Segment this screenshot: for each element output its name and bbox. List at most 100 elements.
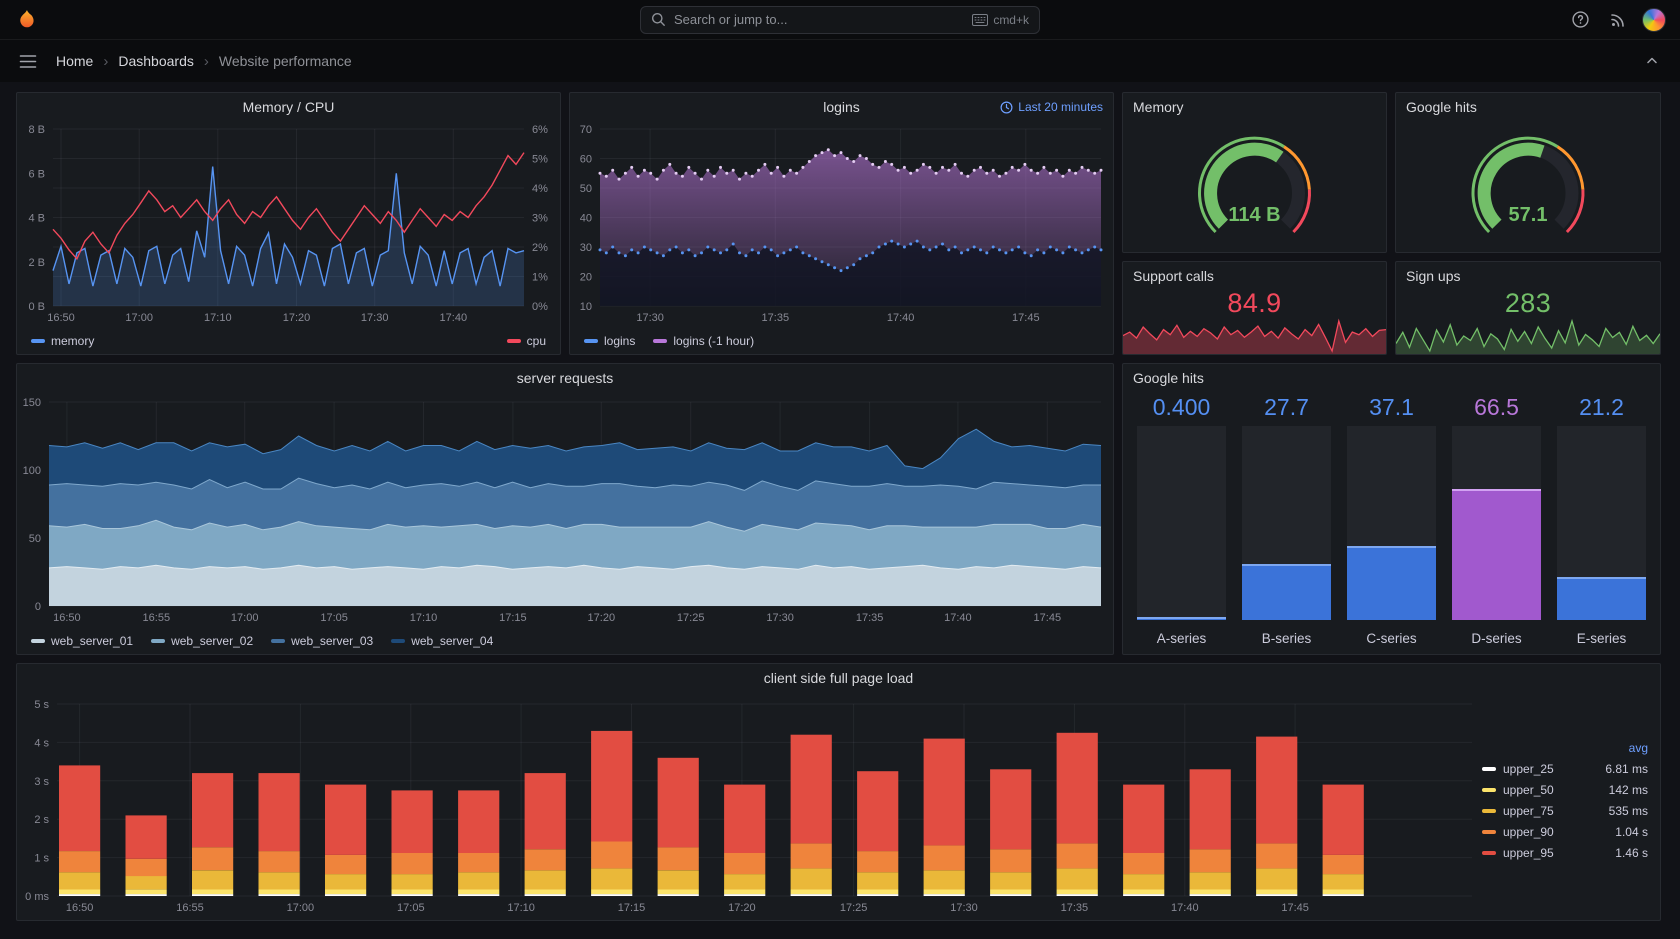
user-avatar[interactable] xyxy=(1642,7,1666,32)
bar-segment xyxy=(1123,894,1165,896)
bar-segment xyxy=(1322,854,1364,875)
bar-segment xyxy=(1056,868,1098,890)
panel-title[interactable]: Memory xyxy=(1133,99,1184,115)
client-load-chart[interactable]: 16:50 16:55 17:00 17:05 17:10 17:15 17:20 17:25… xyxy=(17,692,1482,920)
bar-segment xyxy=(59,894,101,896)
bar-segment xyxy=(857,889,899,895)
legend-item-cpu[interactable]: cpu xyxy=(506,334,546,348)
memory-cpu-legend: memory cpu xyxy=(17,328,560,354)
stack-web_server_01 xyxy=(49,565,1101,606)
legend-item-memory[interactable]: memory xyxy=(31,334,94,348)
svg-text:4 s: 4 s xyxy=(34,737,49,749)
help-button[interactable] xyxy=(1566,6,1594,34)
svg-text:17:45: 17:45 xyxy=(1034,612,1062,624)
sparkline-canvas xyxy=(1396,318,1660,354)
bar-segment xyxy=(391,894,433,896)
svg-text:17:00: 17:00 xyxy=(125,312,153,324)
bar-segment xyxy=(591,868,633,890)
legend-item-web-server-02[interactable]: web_server_02 xyxy=(151,634,253,648)
svg-text:1%: 1% xyxy=(532,272,548,284)
panel-title[interactable]: client side full page load xyxy=(17,670,1660,686)
svg-text:17:30: 17:30 xyxy=(361,312,389,324)
bar-C-series: 37.1 C-series xyxy=(1347,394,1436,646)
memory-cpu-chart[interactable]: 16:50 17:00 17:10 17:20 17:30 17:40 8 B 6 B 4 B 2… xyxy=(17,121,560,328)
bar-segment xyxy=(192,894,234,896)
svg-text:57.1: 57.1 xyxy=(1509,204,1548,226)
legend-item-logins-1-hour-[interactable]: logins (-1 hour) xyxy=(653,334,754,348)
bar-segment xyxy=(524,894,566,896)
bar-segment xyxy=(524,773,566,850)
bar-segment xyxy=(1322,784,1364,855)
legend-label: upper_90 xyxy=(1503,824,1554,839)
panel-google-hits-gauge: Google hits 57.1 xyxy=(1395,92,1661,253)
svg-text:150: 150 xyxy=(23,397,41,409)
svg-text:17:45: 17:45 xyxy=(1281,902,1309,914)
chart-canvas: 16:50 16:55 17:00 17:05 17:10 17:15 17:20 17:25… xyxy=(25,699,1472,914)
server-requests-chart[interactable]: 16:50 16:55 17:00 17:05 17:10 17:15 17:20 17:25… xyxy=(17,392,1113,628)
breadcrumb-home[interactable]: Home xyxy=(56,53,93,69)
legend-swatch xyxy=(31,339,45,343)
legend-swatch xyxy=(584,339,598,343)
legend-item-logins[interactable]: logins xyxy=(584,334,635,348)
bar-segment xyxy=(125,815,167,859)
time-range-badge[interactable]: Last 20 minutes xyxy=(1000,100,1103,114)
panel-title[interactable]: Support calls xyxy=(1133,268,1214,284)
legend-swatch xyxy=(271,639,286,643)
nav-right-actions xyxy=(1566,6,1666,34)
bar-segment xyxy=(857,894,899,896)
bar-segment xyxy=(258,851,300,873)
legend-item-web-server-03[interactable]: web_server_03 xyxy=(271,634,373,648)
svg-text:17:40: 17:40 xyxy=(1171,902,1199,914)
panel-title[interactable]: Memory / CPU xyxy=(17,99,560,115)
bar-segment xyxy=(258,773,300,852)
search-input[interactable] xyxy=(674,12,965,27)
bar-segment xyxy=(923,894,965,896)
grafana-flame-icon xyxy=(20,9,34,27)
logins-chart[interactable]: 17:30 17:35 17:40 17:45 70 60 50 40 30 20 10 xyxy=(570,121,1113,328)
bar-segment xyxy=(990,894,1032,896)
rss-icon xyxy=(1611,13,1624,27)
legend-swatch xyxy=(31,639,45,643)
breadcrumb-dashboards[interactable]: Dashboards xyxy=(118,53,194,69)
svg-text:16:50: 16:50 xyxy=(47,312,75,324)
bar-segment xyxy=(1256,889,1298,895)
bar-segment xyxy=(125,858,167,877)
svg-text:17:10: 17:10 xyxy=(410,612,438,624)
legend-row-upper_50[interactable]: upper_50 142 ms xyxy=(1482,783,1648,797)
legend-row-upper_25[interactable]: upper_25 6.81 ms xyxy=(1482,762,1648,776)
legend-row-upper_75[interactable]: upper_75 535 ms xyxy=(1482,804,1648,818)
bar-segment xyxy=(790,843,832,869)
svg-text:5 s: 5 s xyxy=(34,699,49,711)
svg-text:4 B: 4 B xyxy=(28,213,45,225)
bar-track xyxy=(1347,426,1436,620)
sign-ups-value: 283 xyxy=(1504,288,1552,318)
svg-text:17:35: 17:35 xyxy=(762,312,790,324)
svg-text:8 B: 8 B xyxy=(28,124,45,136)
legend-row-upper_90[interactable]: upper_90 1.04 s xyxy=(1482,825,1648,839)
legend-swatch xyxy=(151,639,166,643)
panel-title[interactable]: Sign ups xyxy=(1406,268,1460,284)
bar-segment xyxy=(657,757,699,848)
panel-title[interactable]: Google hits xyxy=(1406,99,1477,115)
panel-title[interactable]: Google hits xyxy=(1133,370,1204,386)
menu-toggle-button[interactable] xyxy=(14,47,42,75)
legend-item-web-server-04[interactable]: web_server_04 xyxy=(391,634,493,648)
legend-item-web-server-01[interactable]: web_server_01 xyxy=(31,634,133,648)
svg-text:6%: 6% xyxy=(532,124,548,136)
svg-text:17:05: 17:05 xyxy=(320,612,348,624)
legend-label: upper_75 xyxy=(1503,803,1554,818)
legend-row-upper_95[interactable]: upper_95 1.46 s xyxy=(1482,846,1648,860)
bar-segment xyxy=(1056,889,1098,895)
news-button[interactable] xyxy=(1604,6,1632,34)
bar-segment xyxy=(59,851,101,873)
panel-title[interactable]: server requests xyxy=(17,370,1113,386)
bar-segment xyxy=(125,889,167,895)
search-input-wrapper[interactable]: cmd+k xyxy=(640,5,1040,34)
svg-text:0: 0 xyxy=(35,601,41,613)
bar-value: 27.7 xyxy=(1264,394,1309,420)
collapse-topbar-button[interactable] xyxy=(1638,47,1666,75)
bar-segment xyxy=(1189,889,1231,895)
bar-segment xyxy=(59,872,101,890)
bar-segment xyxy=(1322,889,1364,895)
grafana-logo[interactable] xyxy=(14,7,40,33)
